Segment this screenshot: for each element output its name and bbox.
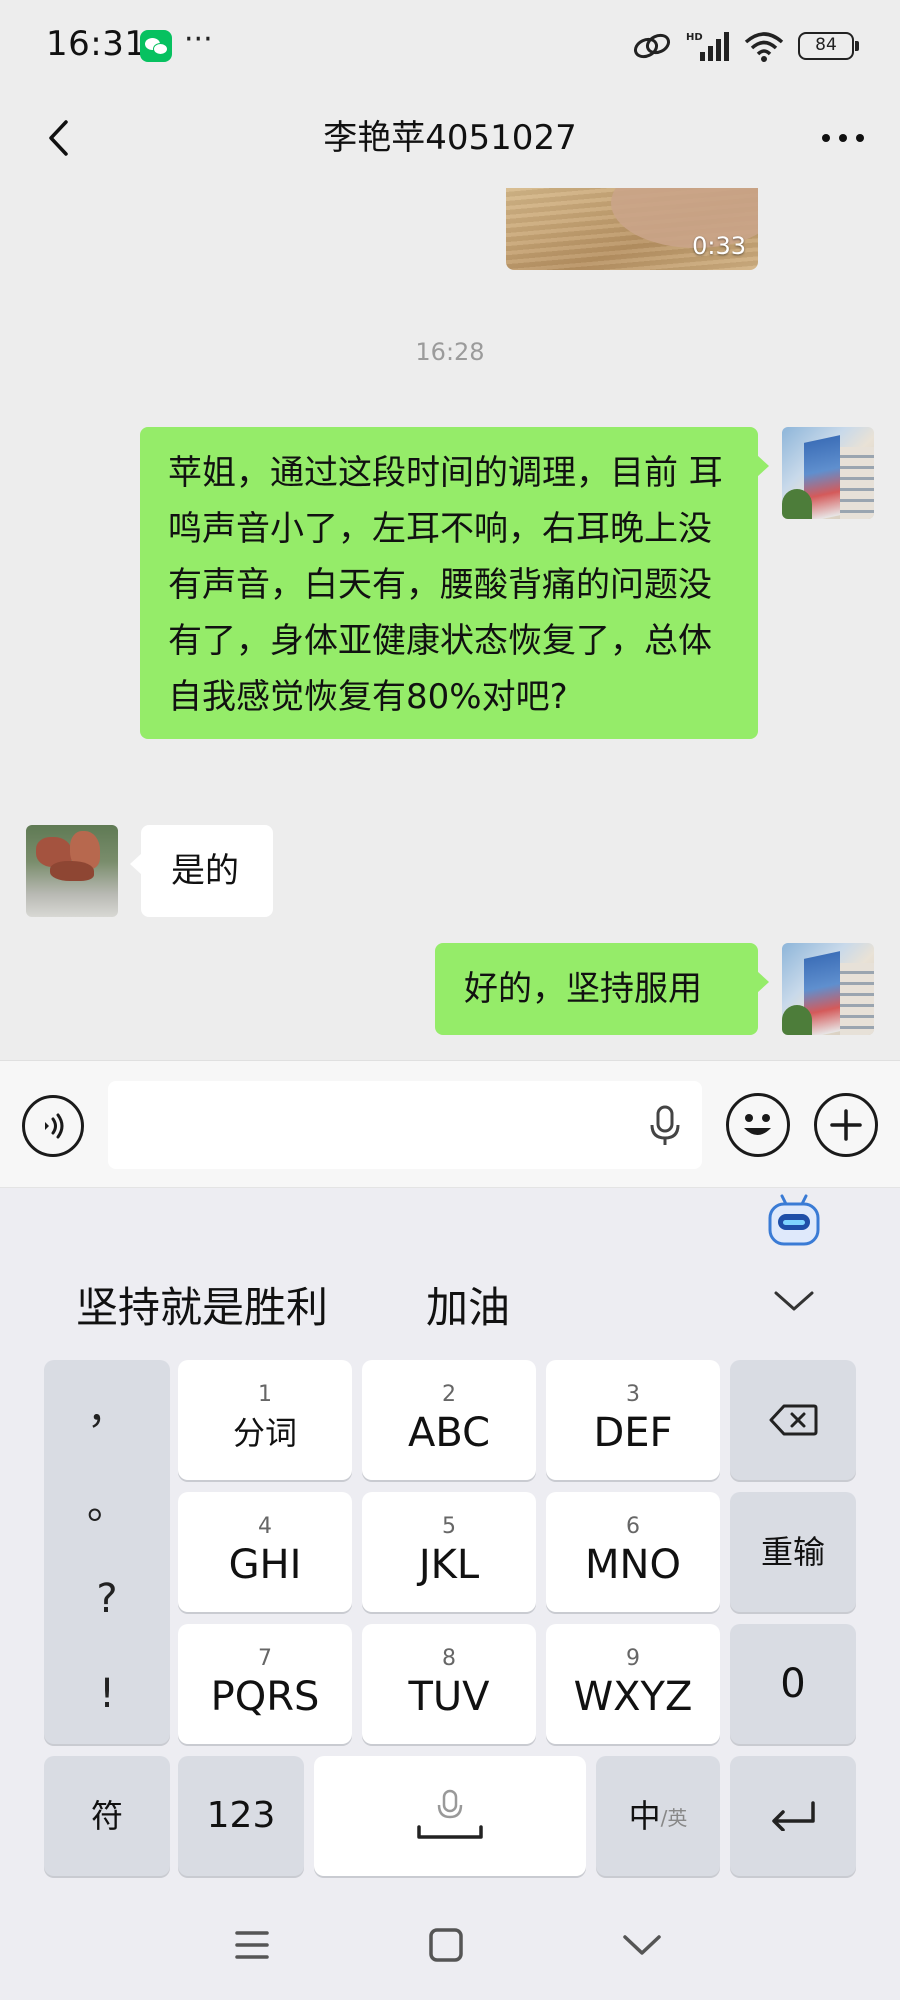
symbols-key[interactable]: 符 [44, 1756, 170, 1876]
timestamp-divider: 16:28 [415, 338, 485, 366]
voice-mode-button[interactable] [22, 1095, 84, 1157]
key-9[interactable]: 9 WXYZ [546, 1624, 720, 1744]
chevron-down-icon [623, 1935, 661, 1955]
reinput-key[interactable]: 重输 [730, 1492, 856, 1612]
smiley-icon [744, 1114, 771, 1135]
more-functions-button[interactable] [814, 1093, 878, 1157]
square-icon [429, 1928, 463, 1962]
chat-header: 李艳苹4051027 [0, 90, 900, 180]
contact-avatar[interactable] [26, 825, 118, 917]
punctuation-period[interactable]: 。 [87, 1485, 127, 1525]
message-text: 是的 [171, 851, 239, 891]
punctuation-key[interactable]: ， 。 ? ! [44, 1360, 170, 1744]
punctuation-exclamation[interactable]: ! [99, 1674, 115, 1714]
key-7[interactable]: 7 PQRS [178, 1624, 352, 1744]
video-message[interactable]: 0:33 [506, 188, 758, 270]
sent-message-bubble[interactable]: 苹姐，通过这段时间的调理，目前 耳鸣声音小了，左耳不响，右耳晚上没有声音，白天有… [140, 427, 769, 739]
link-icon [633, 33, 671, 59]
message-text-input[interactable] [108, 1081, 702, 1169]
candidate-word[interactable]: 加油 [426, 1274, 510, 1335]
collapse-candidates-button[interactable] [768, 1276, 820, 1326]
status-indicators: HD 84 [632, 28, 859, 64]
space-mic-icon [417, 1789, 483, 1839]
key-4[interactable]: 4 GHI [178, 1492, 352, 1612]
key-5[interactable]: 5 JKL [362, 1492, 536, 1612]
hide-keyboard-button[interactable] [612, 1920, 672, 1970]
status-time: 16:31 [46, 24, 147, 64]
chevron-down-icon [774, 1291, 814, 1311]
backspace-key[interactable] [730, 1360, 856, 1480]
punctuation-comma[interactable]: ， [87, 1390, 127, 1430]
key-8[interactable]: 8 TUV [362, 1624, 536, 1744]
message-text: 苹姐，通过这段时间的调理，目前 耳鸣声音小了，左耳不响，右耳晚上没有声音，白天有… [168, 453, 723, 717]
enter-key[interactable] [730, 1756, 856, 1876]
message-input-bar [0, 1060, 900, 1188]
emoji-button[interactable] [726, 1093, 790, 1157]
network-type-label: HD [686, 32, 703, 43]
punctuation-question[interactable]: ? [96, 1579, 117, 1619]
voice-wave-icon [45, 1113, 64, 1139]
status-bar: 16:31 ··· HD 84 [0, 0, 900, 90]
system-navigation-bar [0, 1890, 900, 2000]
cellular-signal-icon: HD [686, 32, 729, 61]
backspace-icon [769, 1404, 818, 1436]
received-message-bubble[interactable]: 是的 [130, 825, 273, 917]
numbers-key[interactable]: 123 [178, 1756, 304, 1876]
chat-options-button[interactable] [808, 108, 878, 168]
video-duration: 0:33 [692, 232, 746, 260]
key-1[interactable]: 1 分词 [178, 1360, 352, 1480]
recent-apps-button[interactable] [222, 1920, 282, 1970]
plus-icon [830, 1109, 862, 1141]
chat-title: 李艳苹4051027 [323, 118, 577, 158]
microphone-icon[interactable] [648, 1105, 682, 1147]
menu-icon [235, 1931, 269, 1959]
battery-indicator: 84 [798, 32, 859, 60]
space-key[interactable] [314, 1756, 586, 1876]
home-button[interactable] [416, 1920, 476, 1970]
ai-assistant-icon[interactable] [766, 1192, 822, 1248]
enter-icon [772, 1801, 815, 1831]
ime-keyboard: 坚持就是胜利 加油 ， 。 ? ! 1 分词 2 ABC 3 DEF 4 GHI [0, 1188, 900, 2000]
more-notifications-icon: ··· [184, 22, 213, 57]
key-2[interactable]: 2 ABC [362, 1360, 536, 1480]
candidate-word[interactable]: 坚持就是胜利 [76, 1274, 328, 1335]
my-avatar[interactable] [782, 427, 874, 519]
my-avatar[interactable] [782, 943, 874, 1035]
zero-key[interactable]: 0 [730, 1624, 856, 1744]
key-6[interactable]: 6 MNO [546, 1492, 720, 1612]
message-text: 好的，坚持服用 [464, 969, 702, 1009]
language-switch-key[interactable]: 中 /英 [596, 1756, 720, 1876]
key-3[interactable]: 3 DEF [546, 1360, 720, 1480]
sent-message-bubble[interactable]: 好的，坚持服用 [435, 943, 769, 1035]
wechat-notification-icon [140, 30, 172, 62]
more-horizontal-icon [822, 134, 864, 142]
wifi-icon [744, 32, 784, 62]
